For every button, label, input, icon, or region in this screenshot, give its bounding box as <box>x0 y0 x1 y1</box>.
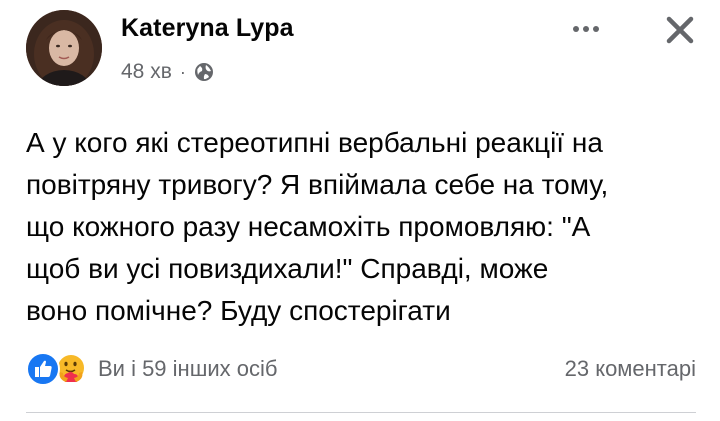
more-options-button[interactable] <box>566 14 606 44</box>
footer-divider <box>26 412 696 413</box>
globe-icon <box>194 63 213 81</box>
post-card: Kateryna Lypa 48 хв · А у кого які стере… <box>0 0 720 421</box>
meta-separator: · <box>179 61 186 82</box>
more-dot <box>593 26 599 32</box>
more-horizontal-icon <box>573 26 579 32</box>
avatar-image <box>26 10 102 86</box>
reactions-text: Ви і 59 інших осіб <box>98 356 278 381</box>
more-dot <box>583 26 589 32</box>
post-meta: 48 хв · <box>121 60 214 84</box>
author-name[interactable]: Kateryna Lypa <box>121 14 294 43</box>
post-text: А у кого які стереотипні вербальні реакц… <box>26 127 609 326</box>
author-avatar[interactable] <box>26 10 102 86</box>
like-icon <box>26 352 60 386</box>
close-icon <box>666 16 694 44</box>
post-time[interactable]: 48 хв <box>121 60 172 84</box>
reactions-summary[interactable]: Ви і 59 інших осіб <box>26 352 277 386</box>
comments-count[interactable]: 23 коментарі <box>565 356 696 382</box>
close-button[interactable] <box>660 10 700 50</box>
